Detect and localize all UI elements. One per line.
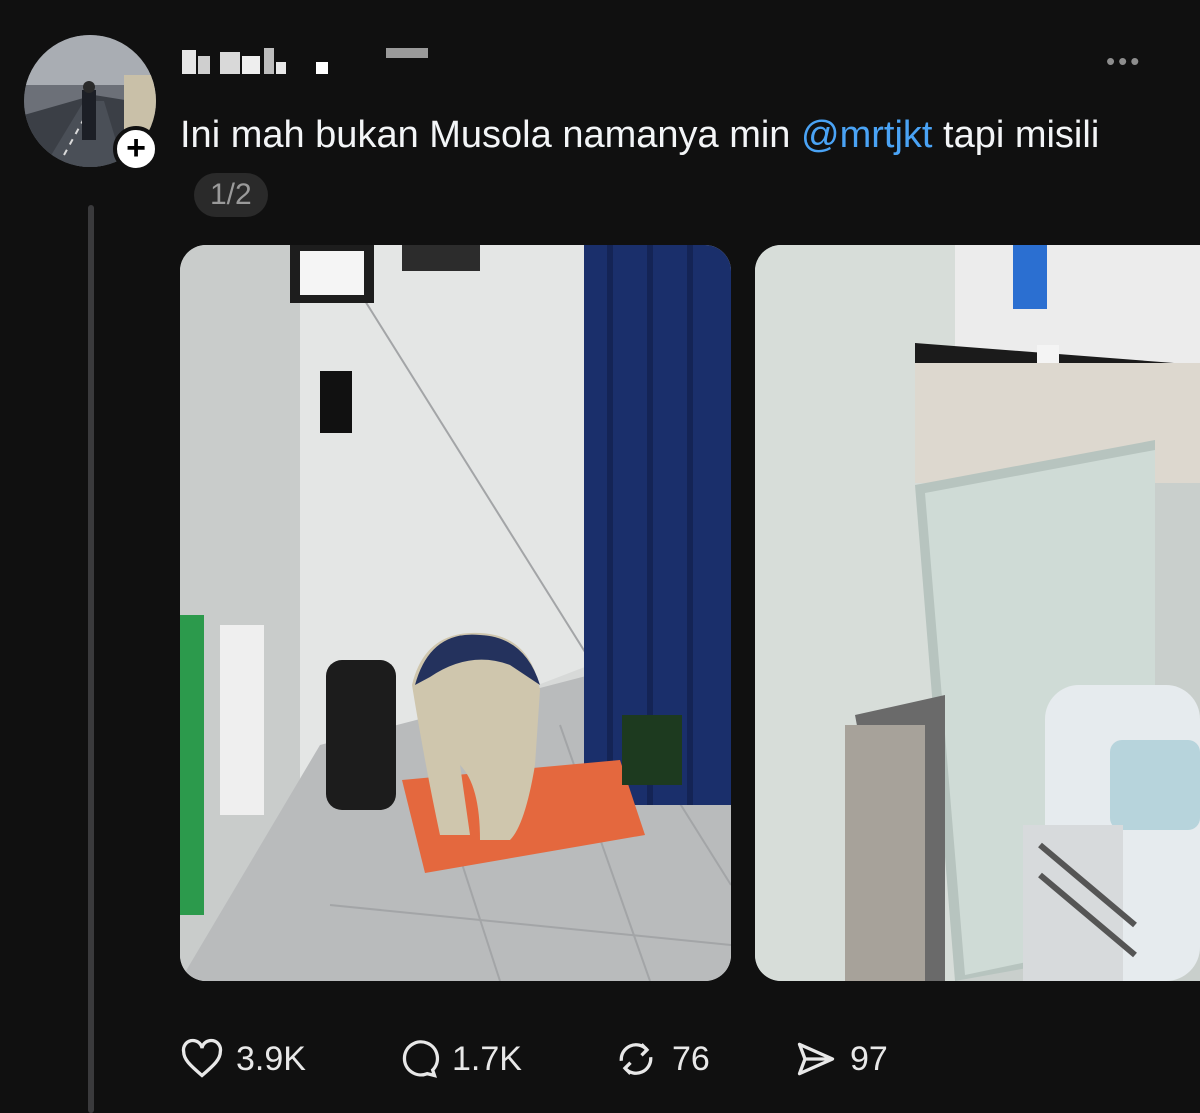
repost-icon <box>619 1043 653 1075</box>
repost-button[interactable]: 76 <box>612 1034 710 1084</box>
reply-count: 1.7K <box>452 1039 522 1078</box>
username-redacted[interactable] <box>180 42 440 82</box>
post-text: Ini mah bukan Musola namanya min @mrtjkt… <box>180 104 1180 228</box>
post-text-tail: tapi misili <box>932 114 1100 156</box>
follow-plus-icon[interactable]: + <box>113 126 159 172</box>
repost-count: 76 <box>672 1039 710 1078</box>
reply-icon <box>402 1040 440 1078</box>
pager-badge: 1/2 <box>194 172 268 217</box>
post-text-body: Ini mah bukan Musola namanya min <box>180 114 801 156</box>
share-button[interactable]: 97 <box>794 1034 888 1084</box>
heart-icon <box>181 1038 223 1078</box>
post-image-prayer-room[interactable] <box>180 245 731 981</box>
more-options-icon[interactable]: ••• <box>1106 46 1142 77</box>
like-button[interactable]: 3.9K <box>180 1034 306 1084</box>
post-image-shower-stall[interactable] <box>755 245 1200 981</box>
share-count: 97 <box>850 1039 888 1078</box>
share-icon <box>797 1042 835 1076</box>
like-count: 3.9K <box>236 1039 306 1078</box>
mention-link[interactable]: @mrtjkt <box>801 114 932 156</box>
thread-line <box>88 205 94 1113</box>
reply-button[interactable]: 1.7K <box>396 1034 522 1084</box>
